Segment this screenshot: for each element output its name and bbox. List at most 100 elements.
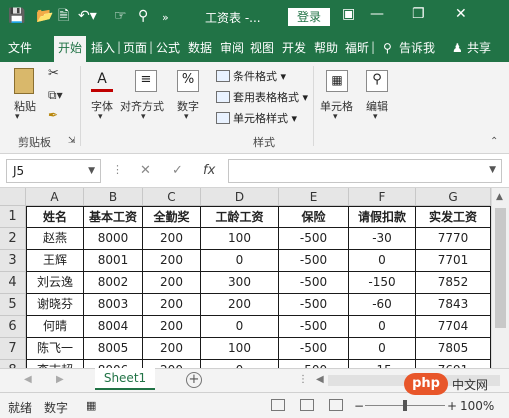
row-header-1[interactable]: 1 [0, 206, 26, 228]
minimize-icon[interactable]: — [370, 6, 384, 22]
login-button[interactable]: 登录 [288, 8, 330, 26]
table-header-cell[interactable]: 请假扣款 [349, 206, 416, 228]
cell-styles-button[interactable]: 单元格样式 ▾ [216, 110, 297, 126]
page-layout-view-icon[interactable] [300, 399, 314, 411]
undo-icon[interactable]: ↶▾ [78, 8, 97, 24]
row-header-3[interactable]: 3 [0, 250, 26, 272]
table-cell[interactable]: 8003 [84, 294, 143, 316]
table-cell[interactable]: 7770 [416, 228, 491, 250]
table-cell[interactable]: 200 [143, 250, 201, 272]
table-cell[interactable]: -15 [349, 360, 416, 368]
vertical-scrollbar[interactable]: ▲ [491, 188, 509, 368]
find-icon[interactable]: ⚲ [366, 70, 388, 92]
table-cell[interactable]: 300 [201, 272, 279, 294]
editing-dropdown-icon[interactable]: ▾ [373, 112, 378, 122]
share-person-icon[interactable]: ♟ [452, 40, 463, 56]
close-icon[interactable]: ✕ [455, 6, 467, 22]
normal-view-icon[interactable] [271, 399, 285, 411]
table-cell[interactable]: -150 [349, 272, 416, 294]
restore-icon[interactable]: ❐ [412, 6, 425, 22]
cancel-icon[interactable]: ✕ [140, 163, 151, 178]
tab-formulas[interactable]: 公式 [156, 40, 180, 56]
tell-me-search-icon[interactable]: ⚲ [383, 40, 392, 56]
table-cell[interactable]: 8000 [84, 228, 143, 250]
table-cell[interactable]: 赵燕 [26, 228, 84, 250]
font-icon[interactable]: A [91, 70, 113, 92]
vertical-scroll-thumb[interactable] [495, 208, 506, 328]
row-header-5[interactable]: 5 [0, 294, 26, 316]
table-header-cell[interactable]: 基本工资 [84, 206, 143, 228]
cut-icon[interactable]: ✂ [48, 66, 59, 81]
table-cell[interactable]: 0 [201, 316, 279, 338]
table-cell[interactable]: 0 [349, 338, 416, 360]
tab-foxit[interactable]: 福昕 [345, 40, 369, 56]
paste-clipboard-icon[interactable] [14, 68, 34, 94]
zoom-slider[interactable] [365, 400, 445, 411]
dialog-launcher-icon[interactable]: ⇲ [68, 136, 76, 146]
table-cell[interactable]: -30 [349, 228, 416, 250]
row-header-4[interactable]: 4 [0, 272, 26, 294]
table-cell[interactable]: 200 [143, 338, 201, 360]
name-box[interactable]: J5 ▼ [6, 159, 101, 183]
table-cell[interactable]: 200 [143, 294, 201, 316]
name-box-dropdown-icon[interactable]: ▼ [88, 160, 95, 182]
tab-page-layout[interactable]: 页面 [123, 40, 147, 56]
table-cell[interactable]: -500 [279, 294, 349, 316]
table-cell[interactable]: -500 [279, 272, 349, 294]
cells-dropdown-icon[interactable]: ▾ [333, 112, 338, 122]
add-sheet-icon[interactable]: + [186, 372, 202, 388]
collapse-ribbon-icon[interactable]: ⌃ [490, 136, 498, 147]
table-cell[interactable]: 200 [201, 294, 279, 316]
table-cell[interactable]: -500 [279, 250, 349, 272]
number-format-icon[interactable]: % [177, 70, 199, 92]
tab-data[interactable]: 数据 [188, 40, 212, 56]
column-header-c[interactable]: C [143, 188, 201, 206]
save-icon[interactable]: 💾 [8, 8, 25, 24]
tab-help[interactable]: 帮助 [314, 40, 338, 56]
zoom-in-icon[interactable]: + [447, 399, 457, 413]
table-cell[interactable]: -500 [279, 360, 349, 368]
new-file-icon[interactable]: 🗎 [58, 8, 69, 24]
column-header-d[interactable]: D [201, 188, 279, 206]
column-header-b[interactable]: B [84, 188, 143, 206]
table-cell[interactable]: -500 [279, 316, 349, 338]
zoom-slider-knob[interactable] [403, 400, 407, 411]
zoom-level[interactable]: 100% [460, 399, 494, 413]
column-header-f[interactable]: F [349, 188, 416, 206]
table-header-cell[interactable]: 工龄工资 [201, 206, 279, 228]
table-cell[interactable]: 8004 [84, 316, 143, 338]
macro-record-icon[interactable]: ▦ [86, 399, 96, 412]
select-all-corner[interactable] [0, 188, 26, 206]
table-cell[interactable]: 200 [143, 316, 201, 338]
table-cell[interactable]: 7701 [416, 250, 491, 272]
zoom-out-icon[interactable]: − [354, 399, 364, 413]
enter-icon[interactable]: ✓ [172, 163, 183, 178]
table-cell[interactable]: 0 [349, 316, 416, 338]
tab-review[interactable]: 审阅 [220, 40, 244, 56]
table-cell[interactable]: -500 [279, 338, 349, 360]
prev-sheet-icon[interactable]: ◀ [24, 374, 32, 385]
ribbon-display-icon[interactable]: ▣ [342, 6, 355, 22]
scroll-left-icon[interactable]: ◀ [316, 374, 324, 385]
table-cell[interactable]: 王辉 [26, 250, 84, 272]
font-dropdown-icon[interactable]: ▾ [98, 112, 103, 122]
table-cell[interactable]: 0 [201, 250, 279, 272]
table-cell[interactable]: 8002 [84, 272, 143, 294]
table-header-cell[interactable]: 实发工资 [416, 206, 491, 228]
tab-insert[interactable]: 插入 [91, 40, 115, 56]
insert-function-icon[interactable]: fx [203, 163, 215, 178]
preview-icon[interactable]: ⚲ [138, 8, 148, 24]
page-break-view-icon[interactable] [329, 399, 343, 411]
table-cell[interactable]: 谢晓芬 [26, 294, 84, 316]
table-cell[interactable]: 200 [143, 272, 201, 294]
tab-file[interactable]: 文件 [8, 40, 32, 56]
table-cell[interactable]: 何晴 [26, 316, 84, 338]
table-cell[interactable]: 7691 [416, 360, 491, 368]
format-as-table-button[interactable]: 套用表格格式 ▾ [216, 89, 308, 105]
table-cell[interactable]: 7805 [416, 338, 491, 360]
column-header-g[interactable]: G [416, 188, 491, 206]
table-cell[interactable]: 7852 [416, 272, 491, 294]
table-cell[interactable]: 100 [201, 338, 279, 360]
table-header-cell[interactable]: 保险 [279, 206, 349, 228]
table-cell[interactable]: 0 [201, 360, 279, 368]
